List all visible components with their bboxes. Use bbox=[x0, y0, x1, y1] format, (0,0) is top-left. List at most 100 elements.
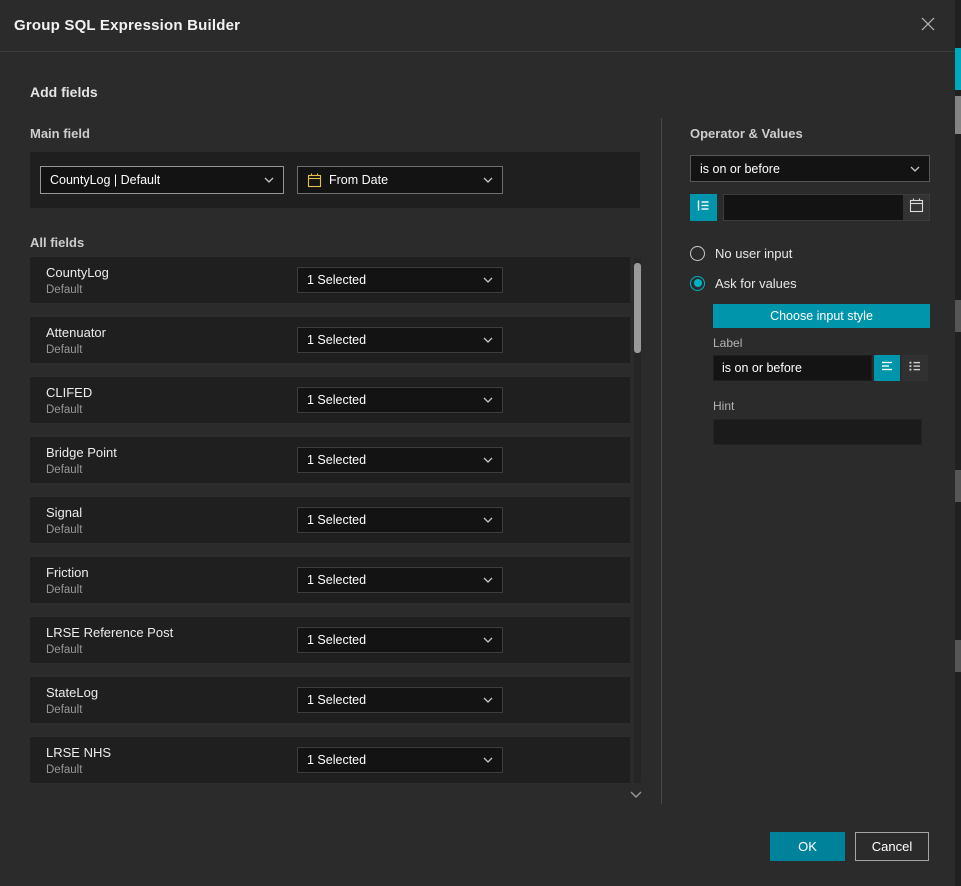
field-sublabel: Default bbox=[46, 464, 82, 476]
panel-divider bbox=[661, 118, 662, 804]
field-name: CountyLog bbox=[46, 265, 109, 280]
radio-ask-for-values[interactable]: Ask for values bbox=[690, 274, 797, 292]
label-input-row bbox=[713, 355, 930, 381]
field-sublabel: Default bbox=[46, 764, 82, 776]
main-field-panel: CountyLog | Default From Date bbox=[30, 152, 640, 208]
field-selected-dropdown[interactable]: 1 Selected bbox=[297, 387, 503, 413]
chevron-down-icon bbox=[483, 517, 493, 523]
field-row-friction: Friction Default 1 Selected bbox=[30, 557, 630, 603]
field-selected-dropdown[interactable]: 1 Selected bbox=[297, 627, 503, 653]
chevron-down-icon bbox=[483, 397, 493, 403]
dialog-header: Group SQL Expression Builder bbox=[0, 0, 955, 52]
scrollbar-thumb[interactable] bbox=[634, 263, 641, 353]
scroll-down-button[interactable] bbox=[628, 788, 644, 800]
chevron-down-icon bbox=[483, 577, 493, 583]
field-row-clifed: CLIFED Default 1 Selected bbox=[30, 377, 630, 423]
selected-count-value: 1 Selected bbox=[307, 453, 366, 467]
app-edge-segment bbox=[955, 470, 961, 502]
value-mode-button[interactable] bbox=[690, 194, 717, 221]
cancel-button[interactable]: Cancel bbox=[855, 832, 929, 861]
date-picker-button[interactable] bbox=[903, 195, 929, 220]
field-row-statelog: StateLog Default 1 Selected bbox=[30, 677, 630, 723]
operator-dropdown[interactable]: is on or before bbox=[690, 155, 930, 182]
all-fields-label: All fields bbox=[30, 235, 84, 250]
field-sublabel: Default bbox=[46, 404, 82, 416]
date-value-input[interactable] bbox=[724, 195, 903, 220]
field-selected-dropdown[interactable]: 1 Selected bbox=[297, 687, 503, 713]
selected-count-value: 1 Selected bbox=[307, 633, 366, 647]
main-field-label: Main field bbox=[30, 126, 90, 141]
field-row-lrse-nhs: LRSE NHS Default 1 Selected bbox=[30, 737, 630, 783]
layer-dropdown[interactable]: CountyLog | Default bbox=[40, 166, 284, 194]
selected-count-value: 1 Selected bbox=[307, 573, 366, 587]
field-name: Friction bbox=[46, 565, 89, 580]
field-name: Bridge Point bbox=[46, 445, 117, 460]
list-style-button[interactable] bbox=[902, 355, 928, 381]
selected-count-value: 1 Selected bbox=[307, 333, 366, 347]
app-edge-segment bbox=[955, 300, 961, 332]
selected-count-value: 1 Selected bbox=[307, 393, 366, 407]
list-scrollbar[interactable] bbox=[634, 259, 641, 783]
field-name: Attenuator bbox=[46, 325, 106, 340]
app-edge-segment bbox=[955, 640, 961, 672]
radio-icon bbox=[690, 246, 705, 261]
field-sublabel: Default bbox=[46, 344, 82, 356]
field-name: LRSE Reference Post bbox=[46, 625, 173, 640]
field-selected-dropdown[interactable]: 1 Selected bbox=[297, 447, 503, 473]
close-button[interactable] bbox=[919, 17, 937, 35]
field-selected-dropdown[interactable]: 1 Selected bbox=[297, 567, 503, 593]
single-line-style-button[interactable] bbox=[874, 355, 900, 381]
chevron-down-icon bbox=[483, 277, 493, 283]
chevron-down-icon bbox=[910, 166, 920, 172]
calendar-icon bbox=[909, 198, 924, 218]
operator-values-heading: Operator & Values bbox=[690, 126, 803, 141]
field-sublabel: Default bbox=[46, 644, 82, 656]
hint-input[interactable] bbox=[713, 419, 922, 445]
radio-label: Ask for values bbox=[715, 276, 797, 291]
close-icon bbox=[920, 16, 936, 37]
selected-count-value: 1 Selected bbox=[307, 753, 366, 767]
background-app-edge bbox=[955, 0, 961, 886]
app-edge-segment bbox=[955, 48, 961, 90]
chevron-down-icon bbox=[264, 177, 274, 183]
chevron-down-icon bbox=[483, 177, 493, 183]
chevron-down-icon bbox=[483, 697, 493, 703]
chevron-down-icon bbox=[483, 637, 493, 643]
value-input-row bbox=[690, 194, 930, 221]
chevron-down-icon bbox=[483, 757, 493, 763]
field-row-countylog: CountyLog Default 1 Selected bbox=[30, 257, 630, 303]
field-name: Signal bbox=[46, 505, 82, 520]
radio-label: No user input bbox=[715, 246, 792, 261]
field-name: CLIFED bbox=[46, 385, 92, 400]
value-mode-icon bbox=[696, 198, 711, 218]
field-sublabel: Default bbox=[46, 524, 82, 536]
hint-caption: Hint bbox=[713, 399, 734, 413]
field-row-lrse-reference-post: LRSE Reference Post Default 1 Selected bbox=[30, 617, 630, 663]
field-selected-dropdown[interactable]: 1 Selected bbox=[297, 507, 503, 533]
field-row-signal: Signal Default 1 Selected bbox=[30, 497, 630, 543]
selected-count-value: 1 Selected bbox=[307, 693, 366, 707]
ok-button[interactable]: OK bbox=[770, 832, 845, 861]
label-input[interactable] bbox=[713, 355, 872, 381]
radio-no-user-input[interactable]: No user input bbox=[690, 244, 792, 262]
choose-input-style-button[interactable]: Choose input style bbox=[713, 304, 930, 328]
dialog-title: Group SQL Expression Builder bbox=[14, 0, 240, 52]
field-name: StateLog bbox=[46, 685, 98, 700]
field-selected-dropdown[interactable]: 1 Selected bbox=[297, 747, 503, 773]
date-field-dropdown-value: From Date bbox=[329, 173, 388, 187]
field-selected-dropdown[interactable]: 1 Selected bbox=[297, 267, 503, 293]
field-selected-dropdown[interactable]: 1 Selected bbox=[297, 327, 503, 353]
field-row-attenuator: Attenuator Default 1 Selected bbox=[30, 317, 630, 363]
selected-count-value: 1 Selected bbox=[307, 273, 366, 287]
field-sublabel: Default bbox=[46, 284, 82, 296]
date-field-dropdown[interactable]: From Date bbox=[297, 166, 503, 194]
label-caption: Label bbox=[713, 336, 742, 350]
operator-dropdown-value: is on or before bbox=[700, 162, 780, 176]
chevron-down-icon bbox=[483, 457, 493, 463]
list-icon bbox=[908, 359, 922, 378]
add-fields-heading: Add fields bbox=[30, 84, 98, 100]
field-sublabel: Default bbox=[46, 584, 82, 596]
app-edge-segment bbox=[955, 96, 961, 134]
all-fields-list: CountyLog Default 1 Selected Attenuator … bbox=[30, 257, 630, 797]
scroll-down-icon bbox=[630, 785, 642, 803]
